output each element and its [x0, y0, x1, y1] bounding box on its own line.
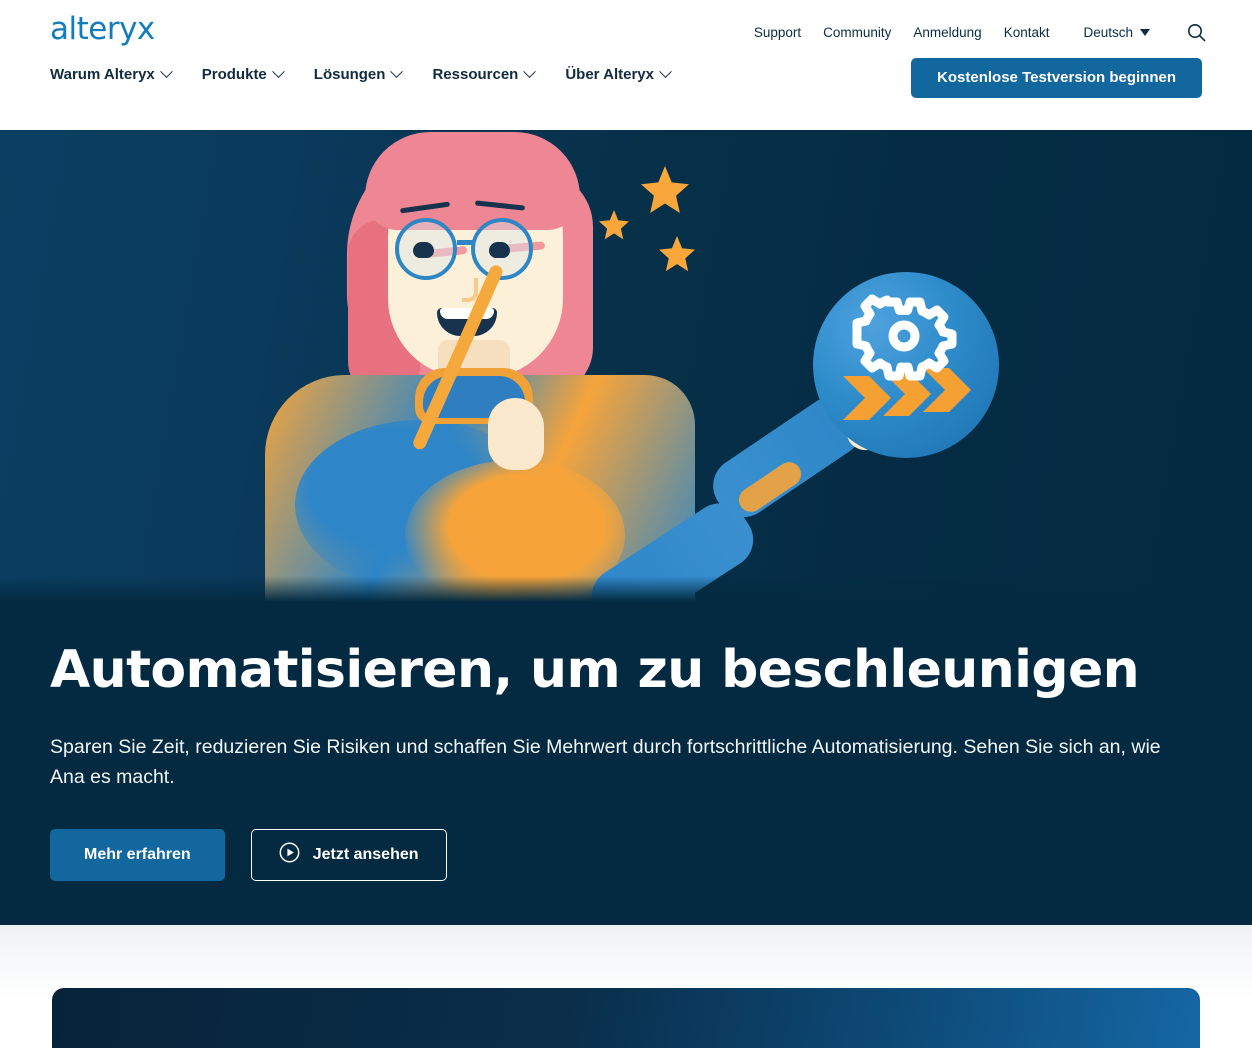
free-trial-button[interactable]: Kostenlose Testversion beginnen — [911, 58, 1202, 98]
utility-link-kontakt[interactable]: Kontakt — [1004, 25, 1050, 40]
hand-holding-wand — [488, 398, 544, 470]
alteryx-logo[interactable]: alteryx — [50, 14, 155, 45]
chevron-down-icon — [659, 65, 672, 79]
hero-copy: Automatisieren, um zu beschleunigen Spar… — [50, 642, 1210, 881]
hero-action-buttons: Mehr erfahren Jetzt ansehen — [50, 828, 1210, 881]
chevron-down-icon — [390, 65, 404, 79]
nav-item-ueber-alteryx[interactable]: Über Alteryx — [565, 65, 672, 83]
play-circle-icon — [279, 842, 300, 868]
nav-item-produkte[interactable]: Produkte — [201, 65, 285, 83]
language-selector[interactable]: Deutsch — [1083, 25, 1150, 40]
nav-label: Warum Alteryx — [50, 66, 155, 83]
learn-more-button[interactable]: Mehr erfahren — [50, 828, 225, 881]
star-icon-large — [641, 166, 689, 214]
next-content-card[interactable] — [52, 988, 1200, 1048]
main-navigation: Warum Alteryx Produkte Lösungen Ressourc… — [50, 65, 672, 83]
chevron-down-icon — [523, 65, 537, 79]
chevron-down-icon — [159, 65, 173, 79]
nav-label: Über Alteryx — [565, 66, 654, 83]
utility-link-community[interactable]: Community — [823, 25, 891, 40]
site-header: alteryx Support Community Anmeldung Kont… — [0, 0, 1252, 130]
hero-section: Automatisieren, um zu beschleunigen Spar… — [0, 130, 1252, 925]
star-icon-medium — [659, 236, 695, 272]
hair-fringe-shape — [365, 132, 580, 230]
search-icon[interactable] — [1186, 22, 1206, 42]
glasses-bridge — [457, 240, 473, 245]
page-title: Automatisieren, um zu beschleunigen — [50, 640, 1140, 700]
utility-link-support[interactable]: Support — [754, 25, 801, 40]
eye-left — [413, 242, 434, 258]
nav-label: Produkte — [201, 66, 267, 83]
watch-now-label: Jetzt ansehen — [312, 845, 419, 863]
nav-label: Ressourcen — [432, 66, 519, 83]
star-icon-small — [599, 210, 629, 240]
eye-right — [489, 242, 510, 258]
hero-illustration-banner — [0, 130, 1252, 602]
utility-navigation: Support Community Anmeldung Kontakt Deut… — [754, 22, 1206, 42]
hero-subtitle: Sparen Sie Zeit, reduzieren Sie Risiken … — [50, 736, 1161, 789]
chevron-down-icon — [271, 65, 285, 79]
language-label: Deutsch — [1083, 24, 1133, 40]
nav-label: Lösungen — [313, 66, 386, 83]
gear-chevrons-badge — [813, 272, 999, 458]
nav-item-ressourcen[interactable]: Ressourcen — [432, 65, 537, 83]
gear-icon — [852, 294, 957, 381]
nav-item-loesungen[interactable]: Lösungen — [313, 65, 404, 83]
nav-item-warum-alteryx[interactable]: Warum Alteryx — [50, 65, 173, 83]
chevron-down-icon — [1140, 28, 1150, 36]
watch-now-button[interactable]: Jetzt ansehen — [250, 828, 447, 881]
utility-link-anmeldung[interactable]: Anmeldung — [913, 25, 981, 40]
